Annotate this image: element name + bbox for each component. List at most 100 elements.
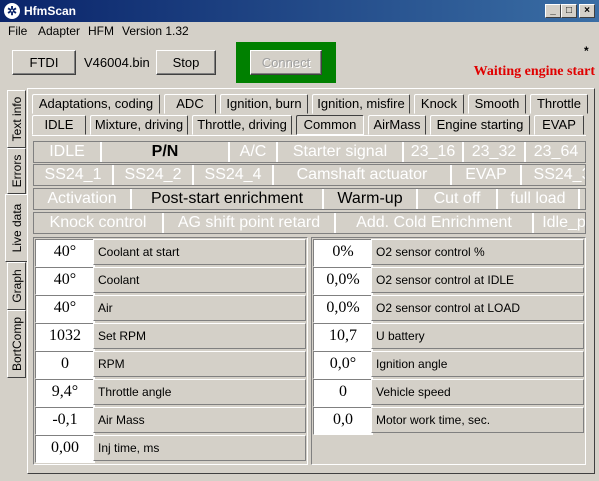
param-row: -0,1 Air Mass: [34, 406, 307, 435]
side-tab-live-data[interactable]: Live data: [5, 194, 27, 262]
param-row: 10,7 U battery: [312, 322, 585, 351]
menu-bar: File Adapter HFM Version 1.32: [0, 22, 599, 41]
param-value: 1032: [35, 323, 95, 351]
connection-status: Waiting engine start: [473, 64, 595, 79]
param-label: Air: [93, 295, 306, 321]
side-tab-label: Live data: [9, 203, 24, 253]
param-value: 40°: [35, 295, 95, 323]
indicator-strip-1: IDLE P/N A/C Starter signal 23_16 23_32 …: [33, 141, 586, 163]
window-title: HfmScan: [24, 4, 77, 18]
title-bar: ✲ HfmScan _ □ ×: [0, 0, 599, 22]
tab-evap[interactable]: EVAP: [534, 115, 584, 135]
indicator-full-load: full load: [498, 189, 580, 209]
menu-adapter[interactable]: Adapter: [38, 24, 80, 38]
param-value: 40°: [35, 239, 95, 267]
param-label: RPM: [93, 351, 306, 377]
connect-button[interactable]: Connect: [250, 50, 322, 75]
menu-version[interactable]: Version 1.32: [122, 24, 189, 38]
param-row: 0,0 Motor work time, sec.: [312, 406, 585, 435]
indicator-23-16: 23_16: [404, 142, 464, 162]
tab-underline: [32, 135, 586, 136]
tab-smooth[interactable]: Smooth: [468, 94, 526, 114]
param-value: 9,4°: [35, 379, 95, 407]
param-value: 0,0°: [313, 351, 373, 379]
param-row: 0,0% O2 sensor control at LOAD: [312, 294, 585, 323]
indicator-cut-off: Cut off: [418, 189, 498, 209]
indicator-idle-p: Idle_p: [534, 213, 585, 233]
right-parameter-grid: 0% O2 sensor control % 0,0% O2 sensor co…: [311, 237, 586, 465]
indicator-evap: EVAP: [452, 165, 522, 185]
indicator-ac: A/C: [230, 142, 278, 162]
param-label: Set RPM: [93, 323, 306, 349]
param-label: O2 sensor control at LOAD: [371, 295, 584, 321]
param-label: Air Mass: [93, 407, 306, 433]
side-tab-graph[interactable]: Graph: [7, 262, 26, 310]
tab-adc[interactable]: ADC: [164, 94, 216, 114]
tab-ignition-misfire[interactable]: Ignition, misfire: [312, 94, 410, 114]
param-label: U battery: [371, 323, 584, 349]
param-value: 0,0%: [313, 295, 373, 323]
indicator-starter-signal: Starter signal: [278, 142, 404, 162]
tab-common[interactable]: Common: [296, 115, 364, 135]
param-row: 40° Coolant at start: [34, 238, 307, 267]
file-name: V46004.bin: [84, 55, 150, 70]
menu-file[interactable]: File: [8, 24, 27, 38]
minimize-button[interactable]: _: [545, 4, 561, 18]
tab-engine-starting[interactable]: Engine starting: [430, 115, 530, 135]
param-row: 40° Air: [34, 294, 307, 323]
indicator-strip-4: Knock control AG shift point retard Add.…: [33, 212, 586, 234]
param-row: 0% O2 sensor control %: [312, 238, 585, 267]
indicator-knock-control: Knock control: [34, 213, 164, 233]
close-button[interactable]: ×: [579, 4, 595, 18]
side-tab-bortcomp[interactable]: BortComp: [7, 310, 26, 378]
tab-airmass[interactable]: AirMass: [368, 115, 426, 135]
param-value: 0,00: [35, 435, 95, 463]
param-row: 0,00 Inj time, ms: [34, 434, 307, 463]
indicator-warm-up: Warm-up: [324, 189, 418, 209]
mercedes-star-icon: ✲: [4, 3, 20, 19]
tab-adaptations-coding[interactable]: Adaptations, coding: [32, 94, 160, 114]
tab-throttle-driving[interactable]: Throttle, driving: [192, 115, 292, 135]
stop-button[interactable]: Stop: [156, 50, 216, 75]
param-row: 0 RPM: [34, 350, 307, 379]
tab-idle[interactable]: IDLE: [32, 115, 86, 135]
param-label: O2 sensor control %: [371, 239, 584, 265]
param-value: 0%: [313, 239, 373, 267]
tab-mixture-driving[interactable]: Mixture, driving: [90, 115, 188, 135]
param-label: Throttle angle: [93, 379, 306, 405]
param-row: 0 Vehicle speed: [312, 378, 585, 407]
side-tab-label: Graph: [9, 269, 24, 303]
side-tab-label: Errors: [9, 154, 24, 188]
indicator-pn: P/N: [102, 142, 230, 162]
asterisk-marker: *: [584, 44, 589, 58]
maximize-button[interactable]: □: [561, 4, 577, 18]
param-label: Motor work time, sec.: [371, 407, 584, 433]
ftdi-button[interactable]: FTDI: [12, 50, 76, 75]
indicator-ag-shift-point-retard: AG shift point retard: [164, 213, 336, 233]
indicator-add-cold-enrichment: Add. Cold Enrichment: [336, 213, 534, 233]
param-label: Inj time, ms: [93, 435, 306, 461]
param-label: Vehicle speed: [371, 379, 584, 405]
tab-knock[interactable]: Knock: [414, 94, 464, 114]
side-tab-errors[interactable]: Errors: [7, 148, 26, 194]
param-value: 0: [35, 351, 95, 379]
param-value: -0,1: [35, 407, 95, 435]
param-row: 0,0° Ignition angle: [312, 350, 585, 379]
param-row: 0,0% O2 sensor control at IDLE: [312, 266, 585, 295]
param-value: 10,7: [313, 323, 373, 351]
indicator-ss24-2: SS24_2: [114, 165, 194, 185]
param-value: 0,0: [313, 407, 373, 435]
menu-hfm[interactable]: HFM: [88, 24, 114, 38]
side-tab-text-info[interactable]: Text info: [7, 90, 26, 148]
param-row: 9,4° Throttle angle: [34, 378, 307, 407]
param-row: 1032 Set RPM: [34, 322, 307, 351]
tab-ignition-burn[interactable]: Ignition, burn: [220, 94, 308, 114]
indicator-post-start-enrichment: Post-start enrichment: [132, 189, 324, 209]
indicator-ss24-1: SS24_1: [34, 165, 114, 185]
param-value: 40°: [35, 267, 95, 295]
indicator-idle: IDLE: [34, 142, 102, 162]
tab-throttle[interactable]: Throttle: [530, 94, 588, 114]
param-label: Ignition angle: [371, 351, 584, 377]
indicator-23-64: 23_64: [526, 142, 585, 162]
indicator-23-32: 23_32: [464, 142, 526, 162]
